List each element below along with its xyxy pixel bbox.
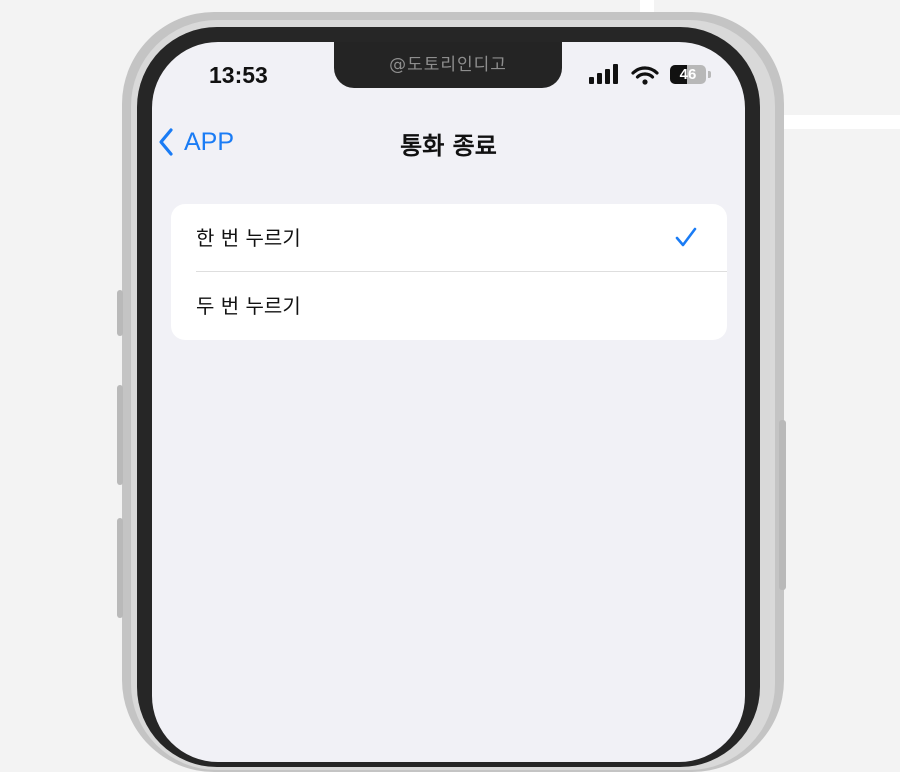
phone-screen: 13:53 @도토리인디고 46 APP 통화 종료 한 번 누르기 두 번 누… bbox=[152, 42, 745, 762]
volume-down-button bbox=[117, 518, 123, 618]
option-label: 한 번 누르기 bbox=[196, 226, 301, 250]
wifi-icon bbox=[631, 66, 659, 85]
checkmark-icon bbox=[675, 227, 697, 247]
page-title: 통화 종료 bbox=[400, 132, 497, 160]
battery-level: 46 bbox=[679, 66, 697, 83]
option-row-single-press[interactable]: 한 번 누르기 bbox=[171, 204, 727, 272]
signal-icon bbox=[589, 64, 618, 84]
option-row-double-press[interactable]: 두 번 누르기 bbox=[171, 272, 727, 340]
volume-up-button bbox=[117, 385, 123, 485]
power-button bbox=[779, 420, 786, 590]
battery-nub bbox=[708, 71, 711, 78]
notch: @도토리인디고 bbox=[334, 42, 562, 88]
options-group: 한 번 누르기 두 번 누르기 bbox=[171, 204, 727, 340]
silent-switch bbox=[117, 290, 123, 336]
background-band bbox=[770, 115, 900, 129]
status-time: 13:53 bbox=[209, 62, 268, 88]
watermark-text: @도토리인디고 bbox=[389, 55, 507, 75]
option-label: 두 번 누르기 bbox=[196, 294, 301, 318]
battery-icon: 46 bbox=[670, 65, 706, 84]
